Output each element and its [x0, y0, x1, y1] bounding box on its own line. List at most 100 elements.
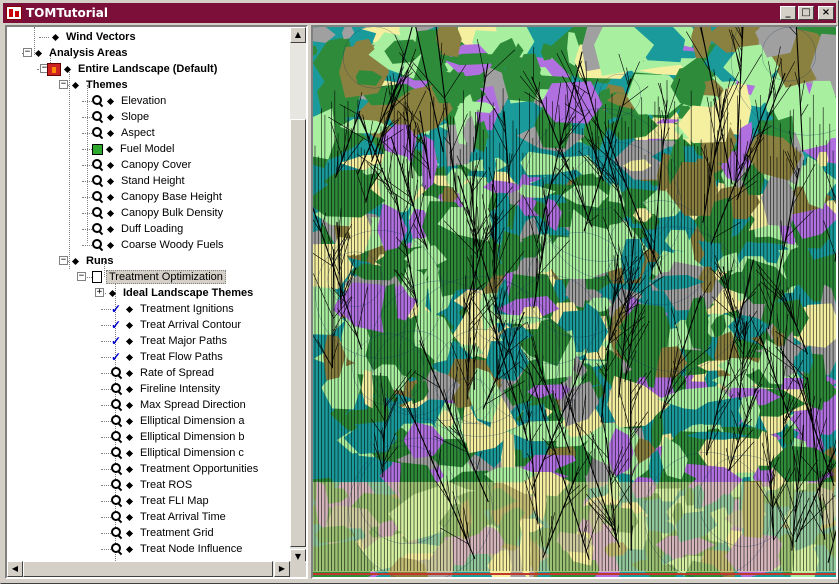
magnifier-icon: [111, 511, 123, 523]
tree-item[interactable]: Treat FLI Map: [111, 493, 211, 509]
tree-connector-line: [82, 229, 92, 230]
tree-item-label: Coarse Woody Fuels: [121, 239, 224, 251]
diamond-icon: [106, 161, 115, 169]
diamond-icon: [125, 529, 134, 537]
tree-connector-line: [101, 405, 111, 406]
expand-icon[interactable]: +: [95, 288, 104, 297]
tree-item[interactable]: Elliptical Dimension b: [111, 429, 247, 445]
tree-connector-line: [101, 517, 111, 518]
horizontal-scroll-thumb[interactable]: [23, 561, 273, 577]
magnifier-icon: [92, 239, 104, 251]
diamond-icon: [125, 401, 134, 409]
diamond-icon: [125, 369, 134, 377]
magnifier-icon: [111, 479, 123, 491]
tree-item[interactable]: Elliptical Dimension c: [111, 445, 246, 461]
tree-item-label: Canopy Base Height: [121, 191, 222, 203]
tree-item[interactable]: ✓ Treat Arrival Contour: [111, 317, 243, 333]
tree-connector-line: [82, 245, 92, 246]
tree-item[interactable]: Ideal Landscape Themes: [106, 285, 255, 301]
tree-item[interactable]: Runs: [69, 253, 116, 269]
tree-item[interactable]: Treatment Optimization: [92, 269, 226, 285]
tree-item[interactable]: Treat Arrival Time: [111, 509, 228, 525]
tree-horizontal-scrollbar[interactable]: ◀ ▶: [7, 561, 290, 577]
tree-item[interactable]: ✓ Treat Flow Paths: [111, 349, 225, 365]
tree-item[interactable]: Entire Landscape (Default): [47, 61, 219, 77]
tree-item[interactable]: Duff Loading: [92, 221, 185, 237]
collapse-icon[interactable]: −: [23, 48, 32, 57]
minimize-button[interactable]: _: [780, 6, 796, 20]
magnifier-icon: [92, 159, 104, 171]
tree-item-label: Elliptical Dimension a: [140, 415, 245, 427]
vertical-scroll-thumb[interactable]: [290, 119, 306, 547]
diamond-icon: [105, 145, 114, 153]
tree-connector-line: [87, 85, 88, 243]
app-window: TOMTutorial _ □ × Wind Vectors − Analysis …: [0, 0, 839, 584]
tree-connector-line: [101, 549, 111, 550]
check-icon: ✓: [111, 302, 122, 316]
landscape-map-pane[interactable]: [311, 25, 838, 579]
tree-item-label: Runs: [86, 255, 114, 267]
tree-item[interactable]: Canopy Cover: [92, 157, 193, 173]
diamond-icon: [125, 545, 134, 553]
tree-item[interactable]: Stand Height: [92, 173, 187, 189]
tree-item-label: Entire Landscape (Default): [78, 63, 218, 75]
collapse-icon[interactable]: −: [77, 272, 86, 281]
diamond-icon: [106, 225, 115, 233]
tree-connector-line: [82, 165, 92, 166]
tree-item[interactable]: Analysis Areas: [32, 45, 129, 61]
tree-item-label: Slope: [121, 111, 150, 123]
tree-item-label: Fireline Intensity: [140, 383, 221, 395]
tree-item[interactable]: Canopy Base Height: [92, 189, 224, 205]
tree-item[interactable]: Elevation: [92, 93, 168, 109]
collapse-icon[interactable]: −: [59, 80, 68, 89]
close-button[interactable]: ×: [818, 6, 834, 20]
tree-item[interactable]: Elliptical Dimension a: [111, 413, 247, 429]
tree-item[interactable]: Slope: [92, 109, 151, 125]
diamond-icon: [106, 209, 115, 217]
tree-item-label: Aspect: [121, 127, 155, 139]
tree-item[interactable]: Rate of Spread: [111, 365, 216, 381]
tree-connector-line: [82, 197, 92, 198]
scroll-up-button[interactable]: ▲: [290, 27, 306, 43]
app-icon: [6, 6, 22, 20]
collapse-icon[interactable]: −: [59, 256, 68, 265]
diamond-icon: [125, 337, 134, 345]
tree-vertical-scrollbar[interactable]: ▲ ▼: [290, 27, 306, 565]
tree-item-label: Elliptical Dimension c: [140, 447, 244, 459]
maximize-button[interactable]: □: [798, 6, 814, 20]
tree-item-label: Treat Arrival Time: [140, 511, 226, 523]
magnifier-icon: [92, 127, 104, 139]
tree-item-label: Canopy Cover: [121, 159, 192, 171]
diamond-icon: [125, 385, 134, 393]
check-icon: ✓: [111, 318, 122, 332]
tree-item[interactable]: ✓ Treat Major Paths: [111, 333, 229, 349]
tree-item[interactable]: Wind Vectors: [49, 29, 138, 45]
tree-item[interactable]: Coarse Woody Fuels: [92, 237, 226, 253]
tree-item-label: Treat ROS: [140, 479, 193, 491]
tree-connector-line: [101, 389, 111, 390]
tree-item-label: Treatment Optimization: [106, 270, 226, 284]
tree-connector-line: [101, 469, 111, 470]
tree-connector-line: [69, 69, 70, 269]
tree-item[interactable]: Max Spread Direction: [111, 397, 248, 413]
magnifier-icon: [111, 543, 123, 555]
landscape-map[interactable]: [313, 27, 836, 577]
tree-item[interactable]: Treatment Grid: [111, 525, 216, 541]
diamond-icon: [125, 433, 134, 441]
tree-item[interactable]: Treat ROS: [111, 477, 194, 493]
tree-item[interactable]: ✓ Treatment Ignitions: [111, 301, 236, 317]
tree-connector-line: [101, 309, 111, 310]
tree-item[interactable]: Aspect: [92, 125, 157, 141]
scroll-left-button[interactable]: ◀: [7, 561, 23, 577]
tree-item[interactable]: Fuel Model: [92, 141, 176, 157]
tree-connector-line: [101, 437, 111, 438]
title-bar[interactable]: TOMTutorial _ □ ×: [3, 3, 836, 23]
tree-item[interactable]: Canopy Bulk Density: [92, 205, 225, 221]
scrollbar-corner: [290, 561, 306, 577]
tree-item[interactable]: Themes: [69, 77, 130, 93]
tree-item[interactable]: Fireline Intensity: [111, 381, 222, 397]
tree-item[interactable]: Treat Node Influence: [111, 541, 244, 557]
diamond-icon: [125, 305, 134, 313]
tree-item[interactable]: Treatment Opportunities: [111, 461, 260, 477]
scroll-right-button[interactable]: ▶: [274, 561, 290, 577]
